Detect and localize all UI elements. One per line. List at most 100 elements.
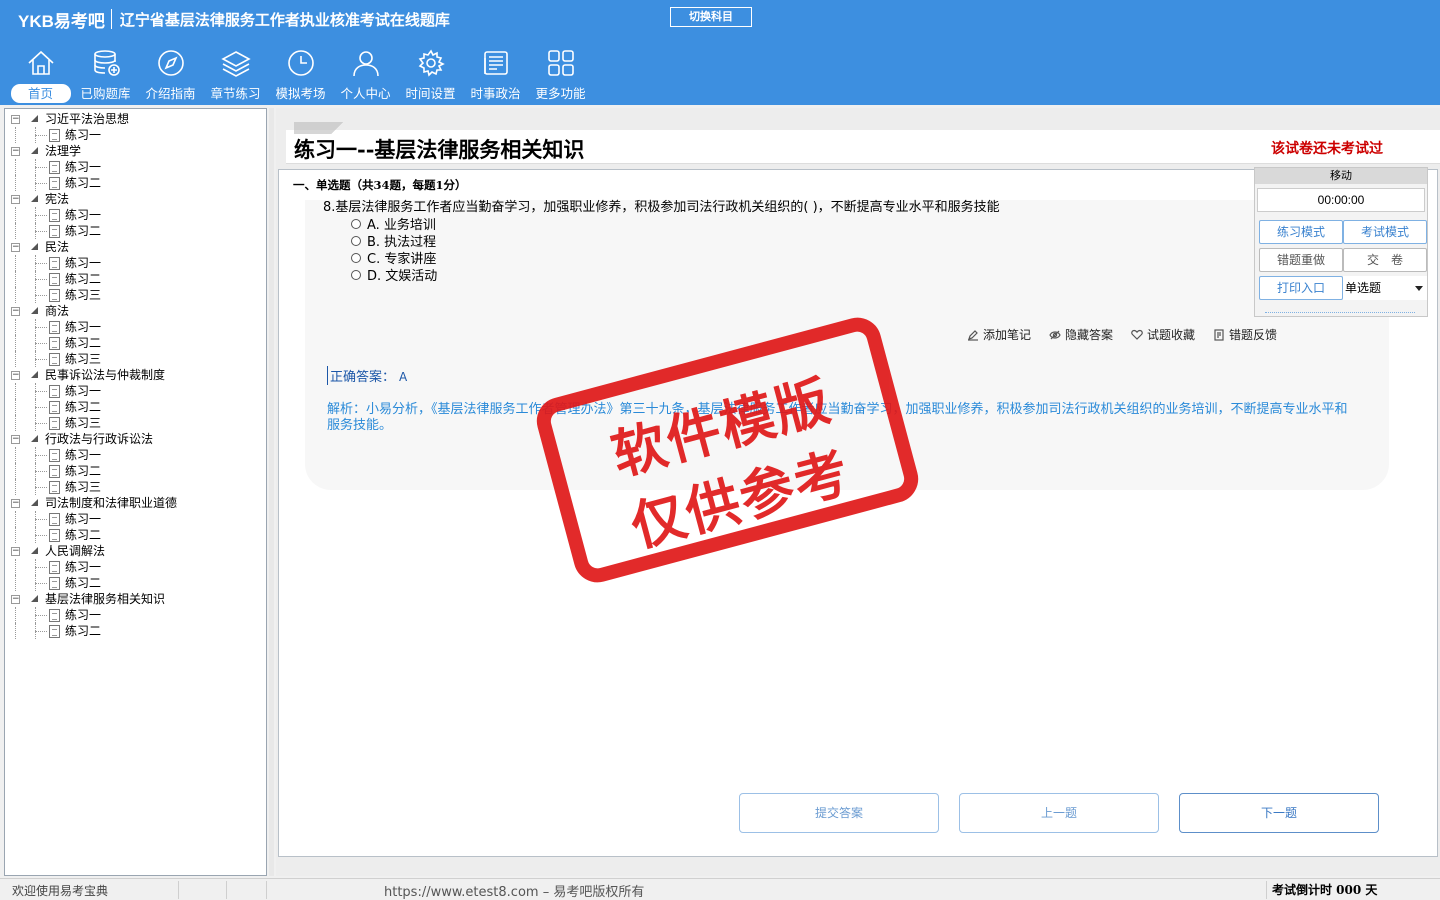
tree-node-exercise[interactable]: 练习一 bbox=[5, 383, 266, 399]
tree-node-exercise[interactable]: 练习一 bbox=[5, 207, 266, 223]
favorite-button[interactable]: 试题收藏 bbox=[1131, 326, 1195, 343]
tree-node-exercise[interactable]: 练习三 bbox=[5, 479, 266, 495]
exam-countdown: 考试倒计时 000 天 bbox=[1272, 883, 1378, 897]
tree-node-exercise[interactable]: 练习一 bbox=[5, 127, 266, 143]
tree-node-exercise[interactable]: 练习二 bbox=[5, 223, 266, 239]
nav-home[interactable]: 首页 bbox=[8, 48, 73, 104]
tree-node-exercise[interactable]: 练习二 bbox=[5, 623, 266, 639]
chapter-label: 民法 bbox=[45, 240, 70, 254]
tree-node-chapter[interactable]: − 司法制度和法律职业道德 bbox=[5, 495, 266, 511]
document-icon bbox=[49, 609, 60, 622]
tree-node-exercise[interactable]: 练习二 bbox=[5, 175, 266, 191]
tree-node-chapter[interactable]: − 习近平法治思想 bbox=[5, 111, 266, 127]
prev-question-button[interactable]: 上一题 bbox=[959, 793, 1159, 833]
collapse-toggle-icon[interactable]: − bbox=[11, 595, 20, 604]
option-d[interactable]: D. 文娱活动 bbox=[351, 265, 437, 284]
tree-node-exercise[interactable]: 练习一 bbox=[5, 159, 266, 175]
compass-icon bbox=[157, 50, 184, 76]
tree-node-exercise[interactable]: 练习三 bbox=[5, 351, 266, 367]
radio-button[interactable] bbox=[351, 218, 361, 229]
radio-button[interactable] bbox=[351, 269, 361, 280]
tree-node-exercise[interactable]: 练习一 bbox=[5, 447, 266, 463]
nav-purchased[interactable]: 已购题库 bbox=[73, 48, 138, 104]
chapter-label: 基层法律服务相关知识 bbox=[45, 592, 166, 606]
collapse-toggle-icon[interactable]: − bbox=[11, 147, 20, 156]
tree-node-exercise[interactable]: 练习一 bbox=[5, 319, 266, 335]
answer-label: 正确答案： bbox=[330, 370, 396, 385]
collapse-toggle-icon[interactable]: − bbox=[11, 499, 20, 508]
document-icon bbox=[49, 449, 60, 462]
tree-node-exercise[interactable]: 练习三 bbox=[5, 415, 266, 431]
tree-node-chapter[interactable]: − 民事诉讼法与仲裁制度 bbox=[5, 367, 266, 383]
radio-button[interactable] bbox=[351, 235, 361, 246]
tree-node-exercise[interactable]: 练习一 bbox=[5, 607, 266, 623]
nav-mock-exam[interactable]: 模拟考场 bbox=[268, 48, 333, 104]
exam-mode-button[interactable]: 考试模式 bbox=[1343, 220, 1427, 244]
exercise-label: 练习二 bbox=[65, 272, 102, 286]
next-question-button[interactable]: 下一题 bbox=[1179, 793, 1379, 833]
grid-icon bbox=[547, 50, 574, 76]
collapse-toggle-icon[interactable]: − bbox=[11, 115, 20, 124]
radio-button[interactable] bbox=[351, 252, 361, 263]
nav-time-settings[interactable]: 时间设置 bbox=[398, 48, 463, 104]
tree-line bbox=[15, 559, 16, 575]
chapter-label: 司法制度和法律职业道德 bbox=[45, 496, 178, 510]
exercise-label: 练习二 bbox=[65, 400, 102, 414]
nav-chapter[interactable]: 章节练习 bbox=[203, 48, 268, 104]
chapter-label: 宪法 bbox=[45, 192, 70, 206]
collapse-toggle-icon[interactable]: − bbox=[11, 195, 20, 204]
exercise-label: 练习二 bbox=[65, 576, 102, 590]
tree-node-exercise[interactable]: 练习二 bbox=[5, 335, 266, 351]
tree-node-exercise[interactable]: 练习二 bbox=[5, 527, 266, 543]
tree-node-chapter[interactable]: − 人民调解法 bbox=[5, 543, 266, 559]
tree-node-exercise[interactable]: 练习二 bbox=[5, 575, 266, 591]
exercise-label: 练习二 bbox=[65, 464, 102, 478]
print-entry-button[interactable]: 打印入口 bbox=[1259, 276, 1343, 300]
submit-answer-button[interactable]: 提交答案 bbox=[739, 793, 939, 833]
question-text: 8.基层法律服务工作者应当勤奋学习，加强职业修养，积极参加司法行政机关组织的( … bbox=[323, 200, 1000, 215]
collapse-toggle-icon[interactable]: − bbox=[11, 307, 20, 316]
panel-splitter[interactable] bbox=[269, 108, 274, 876]
tree-node-exercise[interactable]: 练习二 bbox=[5, 399, 266, 415]
tree-line bbox=[35, 327, 47, 328]
tree-node-exercise[interactable]: 练习一 bbox=[5, 511, 266, 527]
error-feedback-button[interactable]: 错题反馈 bbox=[1213, 326, 1277, 343]
folder-triangle-icon bbox=[31, 307, 38, 314]
collapse-toggle-icon[interactable]: − bbox=[11, 435, 20, 444]
collapse-toggle-icon[interactable]: − bbox=[11, 547, 20, 556]
hide-answer-button[interactable]: 隐藏答案 bbox=[1049, 326, 1113, 343]
tree-line bbox=[35, 487, 47, 488]
nav-politics[interactable]: 时事政治 bbox=[463, 48, 528, 104]
collapse-toggle-icon[interactable]: − bbox=[11, 243, 20, 252]
document-icon bbox=[49, 529, 60, 542]
feedback-icon bbox=[1214, 328, 1224, 341]
tree-node-exercise[interactable]: 练习一 bbox=[5, 255, 266, 271]
folder-triangle-icon bbox=[31, 115, 38, 122]
tree-node-chapter[interactable]: − 宪法 bbox=[5, 191, 266, 207]
tree-node-exercise[interactable]: 练习二 bbox=[5, 463, 266, 479]
tree-node-chapter[interactable]: − 民法 bbox=[5, 239, 266, 255]
tree-node-exercise[interactable]: 练习二 bbox=[5, 271, 266, 287]
tree-node-exercise[interactable]: 练习一 bbox=[5, 559, 266, 575]
chapter-label: 人民调解法 bbox=[45, 544, 106, 558]
practice-mode-button[interactable]: 练习模式 bbox=[1259, 220, 1343, 244]
document-icon bbox=[49, 321, 60, 334]
switch-subject-button[interactable]: 切换科目 bbox=[670, 7, 752, 27]
tree-node-chapter[interactable]: − 基层法律服务相关知识 bbox=[5, 591, 266, 607]
add-note-button[interactable]: 添加笔记 bbox=[967, 326, 1031, 343]
hand-in-button[interactable]: 交 卷 bbox=[1343, 248, 1427, 272]
tree-node-chapter[interactable]: − 商法 bbox=[5, 303, 266, 319]
nav-guide[interactable]: 介绍指南 bbox=[138, 48, 203, 104]
exercise-label: 练习一 bbox=[65, 512, 102, 526]
tree-node-exercise[interactable]: 练习三 bbox=[5, 287, 266, 303]
question-type-select[interactable]: 单选题 bbox=[1343, 276, 1427, 300]
collapse-toggle-icon[interactable]: − bbox=[11, 371, 20, 380]
nav-label: 时间设置 bbox=[405, 86, 456, 101]
redo-wrong-button[interactable]: 错题重做 bbox=[1259, 248, 1343, 272]
exercise-label: 练习一 bbox=[65, 608, 102, 622]
nav-personal[interactable]: 个人中心 bbox=[333, 48, 398, 104]
move-handle[interactable]: 移动 bbox=[1255, 168, 1427, 184]
tree-node-chapter[interactable]: − 行政法与行政诉讼法 bbox=[5, 431, 266, 447]
tree-node-chapter[interactable]: − 法理学 bbox=[5, 143, 266, 159]
nav-more[interactable]: 更多功能 bbox=[528, 48, 593, 104]
